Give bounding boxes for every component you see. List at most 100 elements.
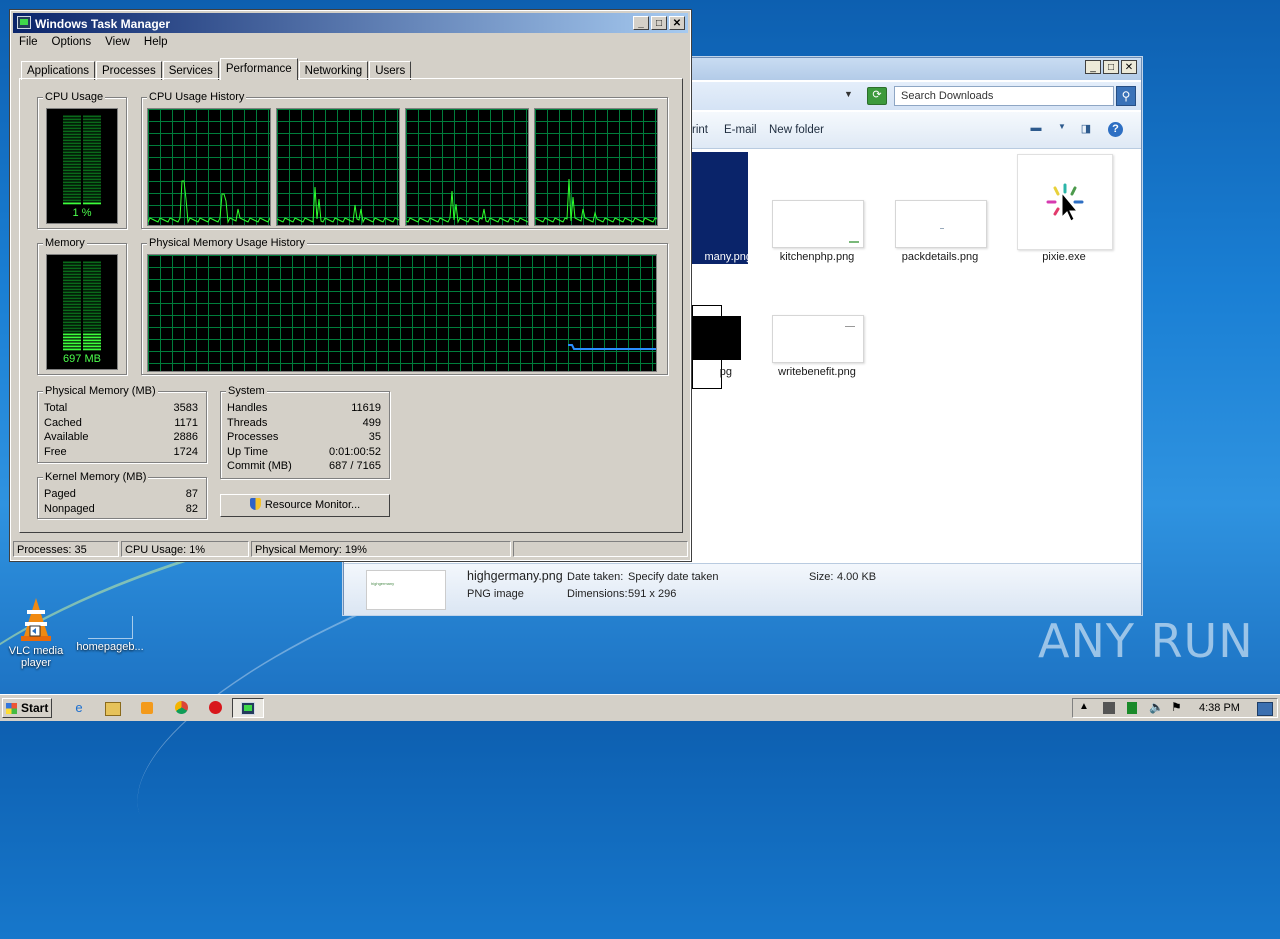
stat-row: Threads 499: [227, 417, 381, 429]
meter-segment: [83, 294, 101, 297]
clock[interactable]: 4:38 PM: [1199, 702, 1240, 714]
status-bar: Processes: 35 CPU Usage: 1% Physical Mem…: [13, 541, 688, 559]
menu-file[interactable]: File: [19, 36, 38, 48]
stat-label: Total: [44, 402, 68, 414]
stat-row: Nonpaged 82: [44, 503, 198, 515]
help-icon[interactable]: ?: [1108, 122, 1123, 137]
new-folder-button[interactable]: New folder: [769, 124, 824, 136]
menu-options[interactable]: Options: [52, 36, 92, 48]
refresh-icon[interactable]: ⟳: [867, 87, 887, 105]
view-icon[interactable]: ▬: [1028, 122, 1044, 136]
meter-segment: [63, 348, 81, 351]
meter-segment: [83, 279, 101, 282]
print-button[interactable]: Print: [690, 124, 708, 136]
details-date-label: Date taken:: [567, 571, 624, 583]
preview-pane-icon[interactable]: ◨: [1078, 122, 1094, 136]
file-thumbnail[interactable]: [1017, 154, 1113, 250]
memory-label: Memory: [43, 237, 87, 249]
file-thumbnail[interactable]: [895, 200, 987, 248]
meter-segment: [83, 175, 101, 178]
minimize-button[interactable]: _: [633, 16, 649, 30]
file-item-label[interactable]: pixie.exe: [1004, 251, 1124, 263]
tab-performance[interactable]: Performance: [219, 58, 298, 80]
memory-meter: 697 MB: [46, 254, 118, 370]
task-manager-titlebar[interactable]: Windows Task Manager _ □ ✕: [13, 13, 688, 33]
meter-segment: [83, 157, 101, 160]
email-button[interactable]: E-mail: [724, 124, 757, 136]
show-desktop-icon[interactable]: [1257, 702, 1273, 716]
meter-segment: [83, 300, 101, 303]
details-date-value[interactable]: Specify date taken: [628, 571, 719, 583]
meter-segment: [63, 321, 81, 324]
desktop-icon-vlc[interactable]: VLC media player: [0, 596, 72, 669]
stat-value: 3583: [173, 402, 198, 414]
ie-icon[interactable]: e: [70, 699, 88, 717]
meter-segment: [63, 303, 81, 306]
meter-segment: [63, 118, 81, 121]
meter-segment: [83, 142, 101, 145]
meter-segment: [83, 330, 101, 333]
chevron-down-icon[interactable]: ▼: [1054, 122, 1070, 136]
task-manager-icon: [241, 702, 255, 715]
maximize-button[interactable]: □: [1103, 60, 1119, 74]
stat-label: Nonpaged: [44, 503, 95, 515]
meter-segment: [63, 273, 81, 276]
resource-monitor-button[interactable]: Resource Monitor...: [220, 494, 390, 517]
volume-icon[interactable]: 🔈: [1149, 700, 1164, 714]
meter-segment: [83, 291, 101, 294]
meter-segment: [63, 169, 81, 172]
stat-value: 0:01:00:52: [329, 446, 381, 458]
stat-row: Handles 11619: [227, 402, 381, 414]
details-dimensions-label: Dimensions:: [567, 588, 628, 600]
file-thumbnail[interactable]: [772, 315, 864, 363]
meter-segment: [83, 276, 101, 279]
file-item-label[interactable]: writebenefit.png: [757, 366, 877, 378]
desktop-icon-file[interactable]: homepageb...: [74, 616, 146, 653]
cpu-usage-value: 1 %: [72, 207, 92, 219]
file-item-label[interactable]: packdetails.png: [880, 251, 1000, 263]
meter-segment: [83, 336, 101, 339]
menu-help[interactable]: Help: [144, 36, 168, 48]
network-icon[interactable]: [1103, 702, 1115, 714]
chevron-down-icon[interactable]: ▼: [844, 89, 853, 99]
meter-segment: [63, 142, 81, 145]
file-thumbnail[interactable]: [772, 200, 864, 248]
action-center-flag-icon[interactable]: ⚑: [1171, 700, 1182, 714]
stat-value: 87: [185, 488, 198, 500]
meter-segment: [83, 115, 101, 118]
meter-segment: [63, 175, 81, 178]
media-player-icon[interactable]: [138, 699, 156, 717]
task-manager-window[interactable]: Windows Task Manager _ □ ✕ File Options …: [9, 9, 692, 562]
search-input[interactable]: Search Downloads: [894, 86, 1114, 106]
meter-segment: [83, 270, 101, 273]
window-title: Windows Task Manager: [35, 17, 171, 31]
file-item-label[interactable]: kitchenphp.png: [757, 251, 877, 263]
stat-value: 35: [368, 431, 381, 443]
meter-segment: [63, 163, 81, 166]
meter-segment: [63, 333, 81, 336]
start-button[interactable]: Start: [2, 698, 52, 718]
cpu-usage-meter: 1 %: [46, 108, 118, 224]
minimize-button[interactable]: _: [1085, 60, 1101, 74]
chrome-icon[interactable]: [172, 699, 190, 717]
chevron-up-icon[interactable]: ▲: [1079, 701, 1089, 712]
meter-segment: [83, 303, 101, 306]
explorer-icon[interactable]: [104, 699, 122, 717]
performance-panel: CPU Usage 1 % CPU Usage History Memory 6…: [19, 78, 683, 533]
meter-segment: [63, 127, 81, 130]
task-manager-tray-icon[interactable]: [1127, 702, 1137, 714]
meter-segment: [63, 270, 81, 273]
memory-history-group: Physical Memory Usage History: [141, 237, 668, 375]
taskbar-task-manager[interactable]: [232, 698, 264, 718]
maximize-button[interactable]: □: [651, 16, 667, 30]
stat-value: 1724: [173, 446, 198, 458]
close-button[interactable]: ✕: [1121, 60, 1137, 74]
meter-segment: [63, 181, 81, 184]
search-icon[interactable]: ⚲: [1116, 86, 1136, 106]
menu-view[interactable]: View: [105, 36, 130, 48]
close-button[interactable]: ✕: [669, 16, 685, 30]
opera-icon[interactable]: [206, 699, 224, 717]
cpu-core-graph: [147, 108, 271, 226]
meter-segment: [63, 291, 81, 294]
meter-segment: [63, 187, 81, 190]
